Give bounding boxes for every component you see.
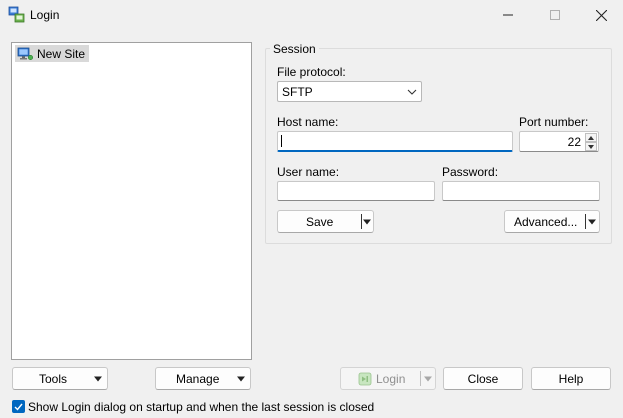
advanced-button[interactable]: Advanced... <box>504 210 600 233</box>
save-button[interactable]: Save <box>277 210 374 233</box>
login-button-label: Login <box>376 371 406 386</box>
split-separator <box>585 214 586 229</box>
show-dialog-checkbox[interactable] <box>12 400 25 413</box>
tree-item-new-site[interactable]: New Site <box>15 45 90 62</box>
dropdown-arrow-icon <box>424 376 432 381</box>
site-tree[interactable]: New Site <box>11 42 252 360</box>
split-separator <box>420 371 421 386</box>
tree-item-label: New Site <box>37 46 86 61</box>
arrow-up-icon <box>588 135 594 140</box>
login-button[interactable]: Login <box>340 367 436 390</box>
user-name-input[interactable] <box>277 181 435 201</box>
manage-button[interactable]: Manage <box>155 367 251 390</box>
file-protocol-label: File protocol: <box>277 65 346 79</box>
tools-button-label: Tools <box>39 371 68 386</box>
manage-button-label: Manage <box>176 371 220 386</box>
file-protocol-value: SFTP <box>282 84 313 99</box>
monitor-network-icon <box>17 47 33 60</box>
close-button-label: Close <box>467 371 499 386</box>
port-number-value: 22 <box>567 135 581 149</box>
password-input[interactable] <box>442 181 600 201</box>
arrow-down-icon <box>588 144 594 149</box>
login-icon <box>358 372 372 385</box>
winscp-login-icon <box>8 6 25 23</box>
maximize-icon <box>550 10 560 20</box>
chevron-down-icon <box>407 89 417 95</box>
split-separator <box>361 214 362 229</box>
host-name-label: Host name: <box>277 115 339 129</box>
port-number-spinner[interactable]: 22 <box>519 131 599 152</box>
close-window-button[interactable] <box>578 0 623 30</box>
file-protocol-select[interactable]: SFTP <box>277 81 422 102</box>
session-legend: Session <box>270 42 319 56</box>
text-caret <box>281 135 282 147</box>
title-bar: Login <box>0 0 623 30</box>
spin-down-button[interactable] <box>585 142 597 151</box>
minimize-icon <box>503 14 513 16</box>
window-title: Login <box>30 8 60 22</box>
maximize-button[interactable] <box>532 0 578 30</box>
host-name-input[interactable] <box>277 131 513 152</box>
dropdown-arrow-icon <box>94 376 102 381</box>
close-icon <box>595 9 607 21</box>
save-button-label: Save <box>306 214 334 229</box>
minimize-button[interactable] <box>485 0 531 30</box>
dropdown-arrow-icon[interactable] <box>363 219 371 224</box>
spin-up-button[interactable] <box>585 133 597 142</box>
close-button[interactable]: Close <box>443 367 523 390</box>
dropdown-arrow-icon[interactable] <box>588 219 596 224</box>
show-dialog-label: Show Login dialog on startup and when th… <box>28 400 375 414</box>
password-label: Password: <box>442 165 499 179</box>
user-name-label: User name: <box>277 165 340 179</box>
tools-button[interactable]: Tools <box>12 367 108 390</box>
advanced-button-label: Advanced... <box>514 214 578 229</box>
help-button-label: Help <box>558 371 584 386</box>
dropdown-arrow-icon <box>237 376 245 381</box>
help-button[interactable]: Help <box>531 367 611 390</box>
checkmark-icon <box>14 403 23 411</box>
port-number-label: Port number: <box>519 115 589 129</box>
